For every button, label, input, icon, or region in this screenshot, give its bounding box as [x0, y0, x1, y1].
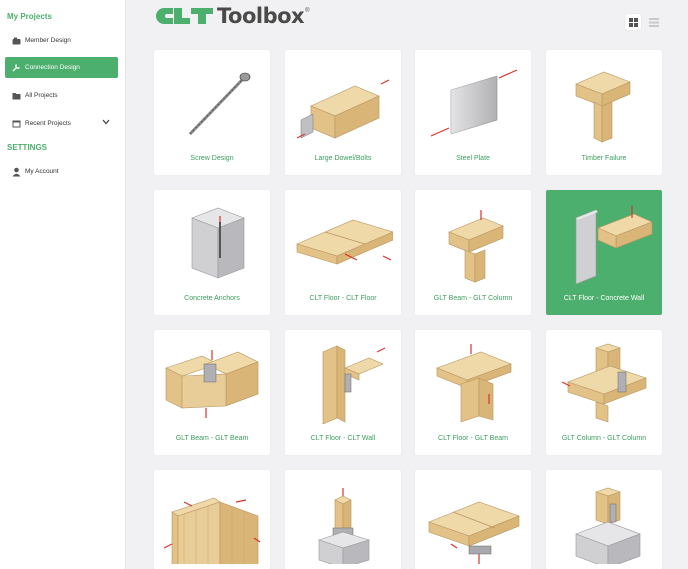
glt-beam-glt-column-icon: [448, 210, 504, 283]
logo: Toolbox ®: [153, 4, 310, 28]
timber-failure-icon: [575, 71, 631, 143]
section-my-projects: My Projects: [7, 12, 52, 21]
sidebar-item-recent-projects[interactable]: Recent Projects: [5, 113, 118, 134]
sidebar-item-my-account[interactable]: My Account: [5, 161, 118, 182]
sidebar-item-label: Recent Projects: [25, 120, 71, 127]
card-clt-floor-clt-floor[interactable]: CLT Floor - CLT Floor: [285, 190, 401, 315]
glt-column-concrete-base-icon: [575, 487, 641, 564]
card-screw-design[interactable]: Screw Design: [154, 50, 270, 175]
sidebar-item-connection-design[interactable]: Connection Design: [5, 57, 118, 78]
clt-logo-icon: [156, 8, 213, 24]
card-clt-floor-steel-beam[interactable]: [415, 470, 531, 569]
sidebar-item-label: All Projects: [25, 92, 58, 99]
clt-floor-steel-beam-icon: [428, 501, 520, 564]
concrete-anchors-icon: [191, 207, 245, 279]
card-label: CLT Floor - GLT Beam: [438, 435, 508, 442]
clt-floor-concrete-wall-icon: [575, 206, 653, 284]
card-glt-beam-glt-column[interactable]: GLT Beam - GLT Column: [415, 190, 531, 315]
steel-plate-icon: [430, 69, 518, 137]
glt-column-concrete-icon: [318, 488, 371, 564]
card-label: GLT Beam - GLT Beam: [175, 435, 249, 442]
clt-floor-clt-floor-icon: [296, 219, 393, 265]
card-label: Steel Plate: [456, 155, 490, 162]
card-label: CLT Floor - Concrete Wall: [563, 295, 645, 302]
card-clt-floor-clt-wall[interactable]: CLT Floor - CLT Wall: [285, 330, 401, 455]
card-glt-column-glt-column[interactable]: GLT Column - GLT Column: [546, 330, 662, 455]
screw-icon: [188, 72, 251, 136]
grid-view-button[interactable]: [625, 14, 641, 30]
calendar-icon: [11, 119, 21, 129]
card-label: GLT Column - GLT Column: [561, 435, 647, 442]
clt-wall-clt-wall-icon: [163, 497, 261, 564]
user-icon: [11, 167, 21, 177]
chevron-down-icon[interactable]: [102, 119, 110, 127]
card-label: CLT Floor - CLT Floor: [309, 295, 377, 302]
card-glt-column-concrete[interactable]: [285, 470, 401, 569]
sidebar-item-label: Connection Design: [25, 64, 80, 71]
card-glt-beam-glt-beam[interactable]: GLT Beam - GLT Beam: [154, 330, 270, 455]
card-label: GLT Beam - GLT Column: [433, 295, 513, 302]
glt-column-glt-column-icon: [561, 343, 647, 423]
grid-view-icon: [628, 17, 638, 27]
card-label: CLT Floor - CLT Wall: [310, 435, 376, 442]
sidebar-item-label: Member Design: [25, 37, 71, 44]
card-timber-failure[interactable]: Timber Failure: [546, 50, 662, 175]
glt-beam-glt-beam-icon: [165, 350, 259, 418]
wrench-icon: [11, 63, 21, 73]
logo-registered-mark: ®: [305, 8, 310, 14]
card-concrete-anchors[interactable]: Concrete Anchors: [154, 190, 270, 315]
card-label: Timber Failure: [581, 155, 627, 162]
card-glt-column-concrete-base[interactable]: [546, 470, 662, 569]
card-large-dowel-bolts[interactable]: Large Dowel/Bolts: [285, 50, 401, 175]
card-steel-plate[interactable]: Steel Plate: [415, 50, 531, 175]
clt-floor-glt-beam-icon: [436, 344, 512, 423]
card-label: Concrete Anchors: [184, 295, 240, 302]
member-design-icon: [11, 36, 21, 46]
card-label: Screw Design: [190, 155, 234, 162]
folder-icon: [11, 91, 21, 101]
list-view-icon: [649, 17, 659, 27]
sidebar-item-member-design[interactable]: Member Design: [5, 30, 118, 51]
card-clt-wall-clt-wall[interactable]: [154, 470, 270, 569]
card-clt-floor-glt-beam[interactable]: CLT Floor - GLT Beam: [415, 330, 531, 455]
list-view-button[interactable]: [646, 14, 662, 30]
sidebar-item-label: My Account: [25, 168, 59, 175]
logo-text: Toolbox: [217, 4, 305, 28]
card-label: Large Dowel/Bolts: [314, 155, 372, 162]
sidebar: My Projects Member Design Connection Des…: [0, 0, 126, 569]
clt-floor-clt-wall-icon: [322, 345, 386, 424]
sidebar-item-all-projects[interactable]: All Projects: [5, 85, 118, 106]
large-dowel-bolts-icon: [296, 79, 390, 139]
card-clt-floor-concrete-wall[interactable]: CLT Floor - Concrete Wall: [546, 190, 662, 315]
section-settings: SETTINGS: [7, 143, 48, 152]
